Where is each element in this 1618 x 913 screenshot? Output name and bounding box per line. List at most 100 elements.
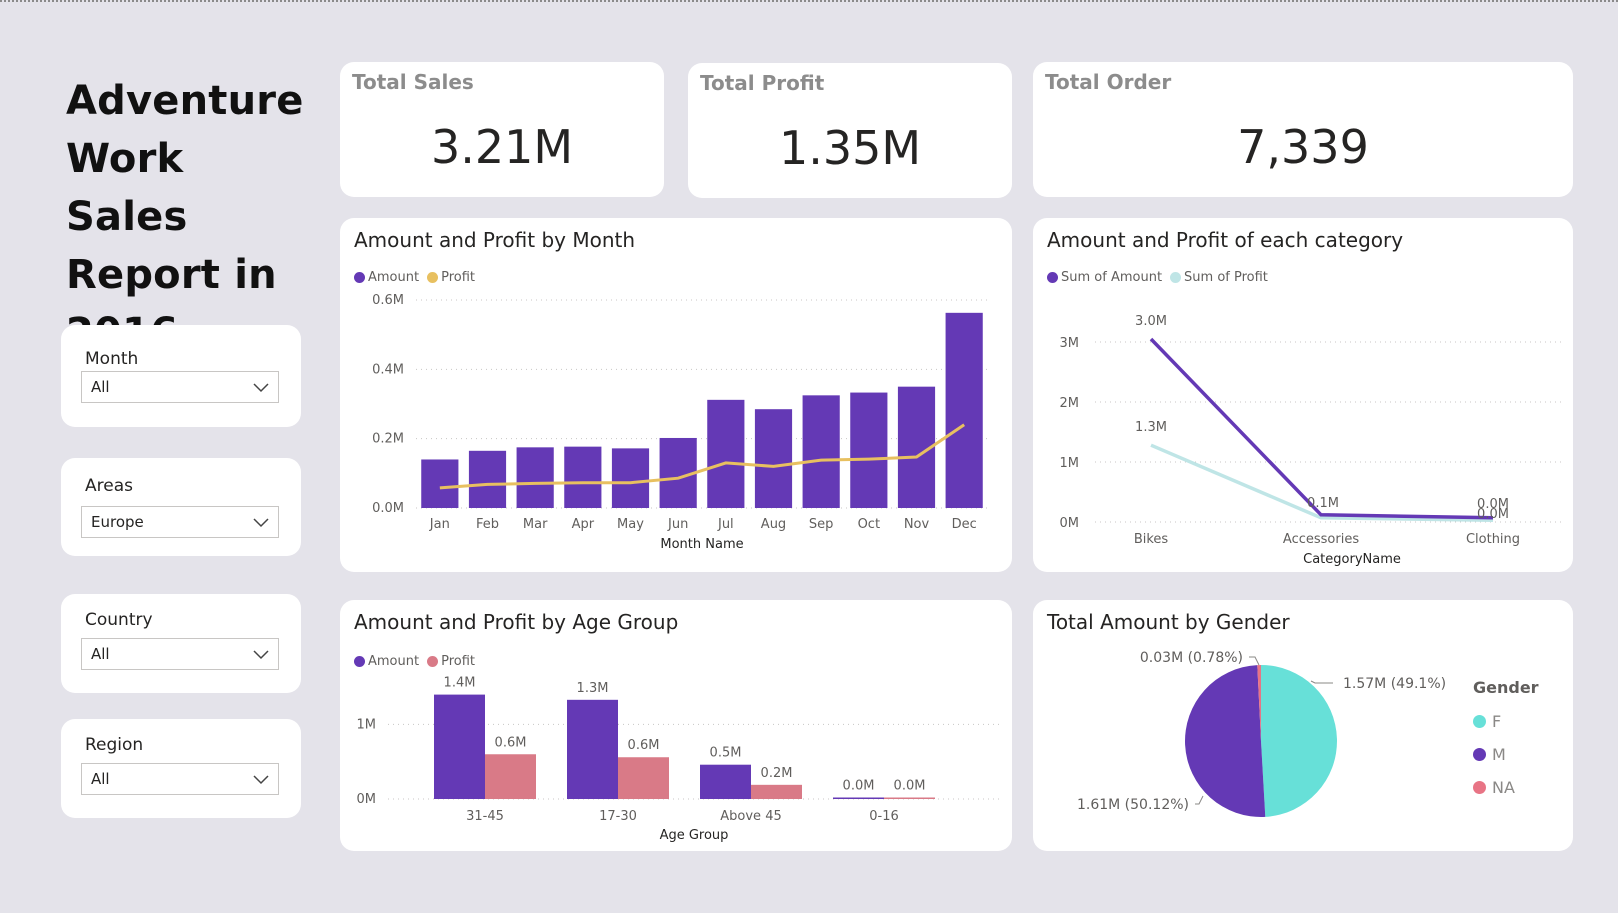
month-chart-plot: 0.6M 0.4M 0.2M 0.0M Jan Feb Mar Apr May Jun Jul Aug… [372,293,988,552]
bar-profit [884,797,935,799]
bar-amount [516,447,554,508]
y-tick-label: 0.0M [372,501,404,516]
y-tick-label: 1M [1060,456,1080,471]
y-tick-label: 0.6M [372,293,404,308]
country-dropdown-value: All [91,645,110,663]
x-tick-label: Above 45 [720,809,781,824]
month-slicer: Month All [61,325,301,427]
data-label: 0.6M [628,738,660,753]
country-dropdown[interactable]: All [81,638,279,670]
areas-dropdown-value: Europe [91,513,144,531]
data-label: 0.2M [761,766,793,781]
bar-amount [421,459,459,508]
x-tick-label: Accessories [1283,532,1359,547]
bar-amount [567,699,618,799]
pie-slice [1261,665,1338,817]
x-axis-title: CategoryName [1303,552,1401,567]
areas-slicer: Areas Europe [61,458,301,556]
x-tick-label: Jul [717,517,734,532]
legend-item-m[interactable]: M [1473,738,1539,771]
x-tick-label: Mar [523,517,548,532]
kpi-total-profit: Total Profit 1.35M [688,63,1012,198]
x-tick-label: Clothing [1466,532,1520,547]
x-tick-label: Apr [572,517,595,532]
legend-item-f[interactable]: F [1473,705,1539,738]
gender-chart-card: Total Amount by Gender 1.57M (49.1%) 1.61… [1033,600,1573,851]
x-axis-title: Age Group [660,828,729,843]
kpi-title: Total Profit [700,71,825,95]
data-label: 1.57M (49.1%) [1343,676,1446,692]
bar-amount [850,392,888,508]
x-tick-label: 31-45 [466,809,504,824]
y-tick-label: 0M [1060,516,1080,531]
region-dropdown[interactable]: All [81,763,279,795]
bar-amount [434,694,485,799]
kpi-total-order: Total Order 7,339 [1033,62,1573,197]
data-label: 0.0M [894,779,926,794]
bar-profit [618,757,669,799]
x-axis-title: Month Name [660,537,743,552]
data-label: 0.1M [1307,496,1339,511]
x-tick-label: Dec [952,517,977,532]
x-tick-label: Bikes [1134,532,1169,547]
x-tick-label: Oct [858,517,880,532]
y-tick-label: 3M [1060,336,1080,351]
chevron-down-icon [253,518,269,528]
pie-slice [1185,665,1266,817]
x-tick-label: Nov [904,517,930,532]
x-tick-label: May [617,517,644,532]
x-tick-label: 17-30 [599,809,637,824]
legend-dot [1473,781,1486,794]
kpi-value: 3.21M [430,120,574,174]
top-border [0,0,1618,2]
month-dropdown[interactable]: All [81,371,279,403]
country-slicer-label: Country [85,610,153,630]
chevron-down-icon [253,383,269,393]
y-tick-label: 0M [357,792,377,807]
bar-amount [468,450,507,508]
kpi-title: Total Order [1045,70,1172,94]
kpi-value: 7,339 [1237,120,1369,174]
kpi-value: 1.35M [778,121,922,175]
data-label: 1.61M (50.12%) [1077,797,1189,813]
bar-amount [945,312,983,508]
region-dropdown-value: All [91,770,110,788]
category-chart-plot: 3M 2M 1M 0M Bikes Accessories Clothing 3.0M 0.1M… [1060,314,1561,567]
country-slicer: Country All [61,594,301,693]
gender-legend: Gender F M NA [1473,678,1539,804]
data-label: 0.0M [843,779,875,794]
leader-line [1310,680,1333,684]
legend-label: F [1492,712,1502,731]
areas-slicer-label: Areas [85,476,133,496]
region-slicer: Region All [61,719,301,818]
data-label: 3.0M [1135,314,1167,329]
bar-profit [485,754,536,799]
bar-amount [611,448,650,508]
region-slicer-label: Region [85,735,144,755]
y-tick-label: 1M [357,717,377,732]
report-title: Adventure Work Sales Report in 2016 [66,78,304,356]
y-tick-label: 2M [1060,396,1080,411]
bar-amount [564,446,602,508]
legend-item-na[interactable]: NA [1473,771,1539,804]
bar-amount [754,409,793,508]
x-tick-label: Jun [667,517,688,532]
data-label: 0.03M (0.78%) [1140,650,1243,666]
age-chart-card: Amount and Profit by Age Group Amount Pr… [340,600,1012,851]
bar-profit [751,784,802,799]
x-tick-label: Sep [809,517,834,532]
x-tick-label: Jan [429,517,450,532]
month-chart-card: Amount and Profit by Month Amount Profit… [340,218,1012,572]
legend-dot [1473,715,1486,728]
data-label: 1.3M [577,681,609,696]
chevron-down-icon [253,650,269,660]
bar-amount [802,395,840,508]
chevron-down-icon [253,775,269,785]
data-label: 0.0M [1477,507,1509,522]
bar-amount [833,797,884,799]
age-chart-plot: 1M 0M 1.4M 0.6M 31-45 1.3M 0.6M 17-30 0.5M 0.2M Ab… [357,676,1000,843]
kpi-total-sales: Total Sales 3.21M [340,62,664,197]
y-tick-label: 0.4M [372,362,404,377]
month-slicer-label: Month [85,349,139,369]
areas-dropdown[interactable]: Europe [81,506,279,538]
